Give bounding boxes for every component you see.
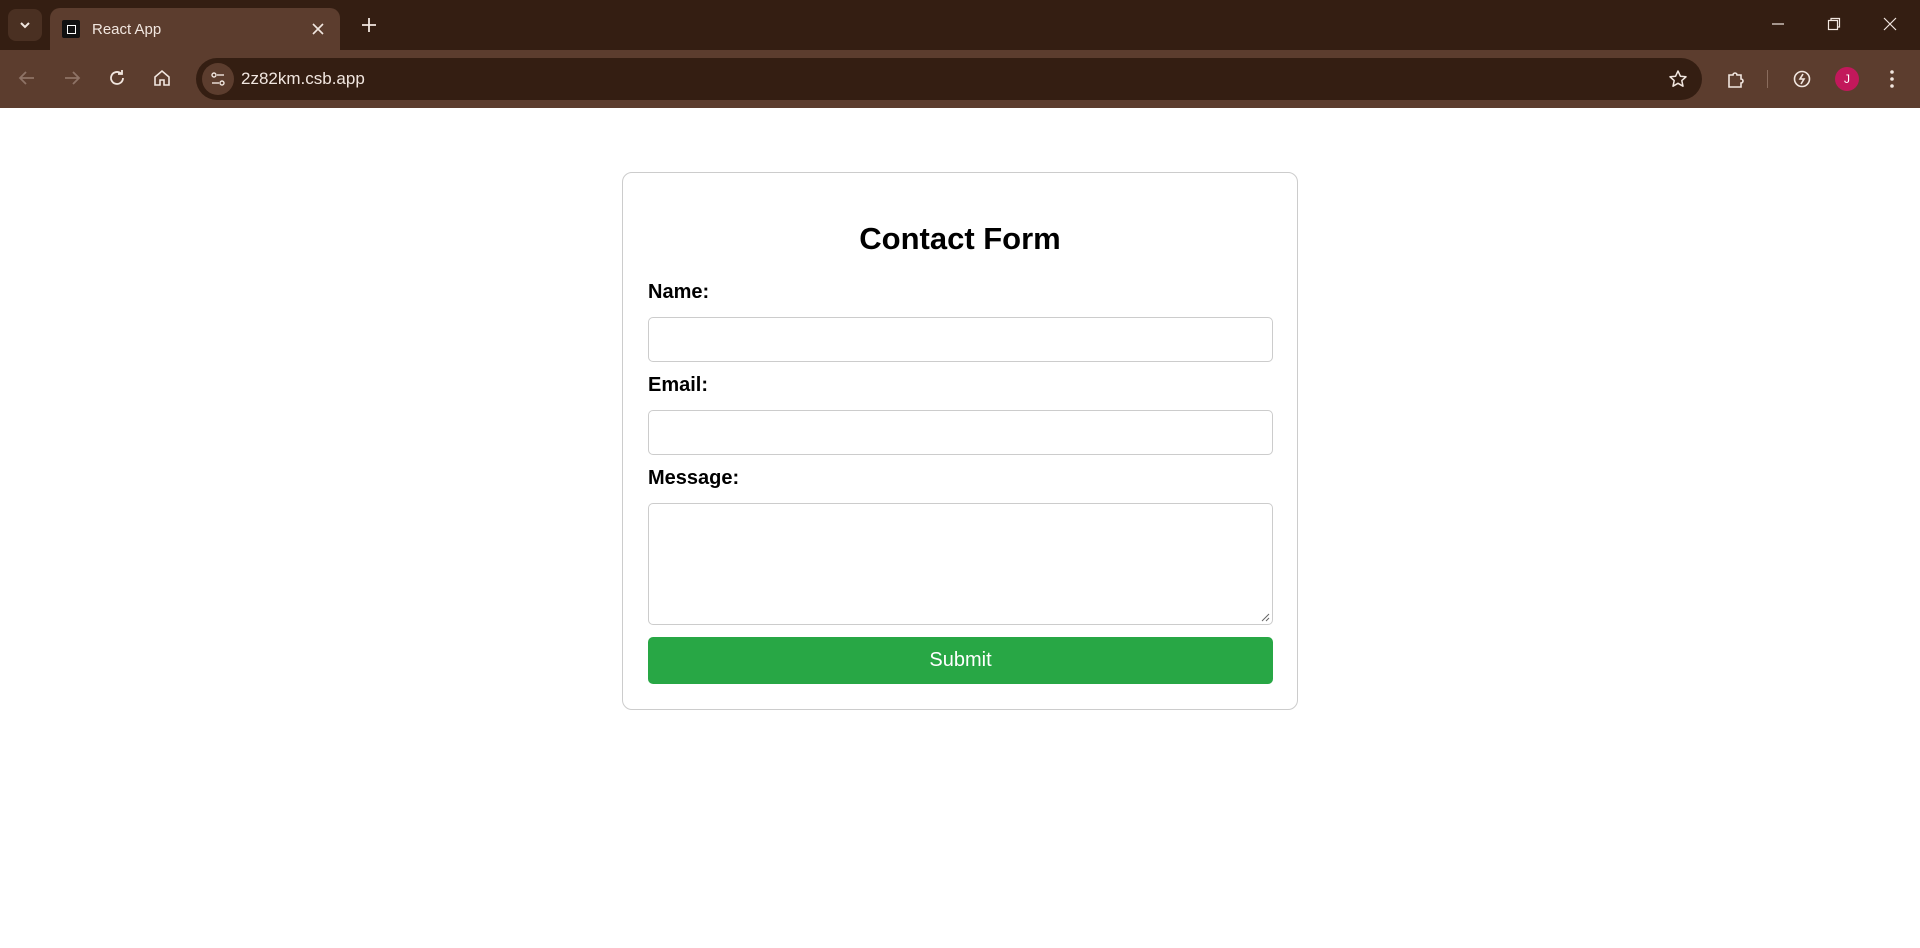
contact-form-card: Contact Form Name: Email: Message: Submi…	[622, 172, 1298, 710]
minimize-icon	[1772, 23, 1784, 25]
form-title: Contact Form	[859, 221, 1061, 256]
tab-active[interactable]: React App	[50, 8, 340, 50]
avatar: J	[1835, 67, 1859, 91]
menu-button[interactable]	[1874, 61, 1910, 97]
back-button[interactable]	[10, 61, 44, 95]
performance-button[interactable]	[1784, 61, 1820, 97]
message-textarea[interactable]	[648, 503, 1273, 625]
email-label: Email:	[648, 374, 709, 396]
arrow-left-icon	[18, 71, 34, 85]
forward-button[interactable]	[55, 61, 89, 95]
resize-grip-icon[interactable]	[1260, 612, 1270, 622]
toolbar-divider	[1767, 70, 1768, 88]
tab-search-button[interactable]	[8, 9, 42, 41]
extensions-button[interactable]	[1718, 61, 1754, 97]
name-input[interactable]	[648, 317, 1273, 362]
plus-icon	[362, 18, 376, 32]
minimize-button[interactable]	[1750, 0, 1806, 48]
arrow-right-icon	[65, 71, 81, 85]
favicon-icon	[62, 20, 80, 38]
speed-icon	[1793, 70, 1811, 88]
bookmark-button[interactable]	[1666, 67, 1690, 91]
new-tab-button[interactable]	[354, 10, 384, 40]
restore-icon	[1827, 17, 1841, 31]
profile-button[interactable]: J	[1829, 61, 1865, 97]
submit-button[interactable]: Submit	[648, 637, 1273, 684]
tab-close-button[interactable]	[308, 19, 328, 39]
close-window-button[interactable]	[1862, 0, 1918, 48]
reload-button[interactable]	[100, 61, 134, 95]
site-info-button[interactable]	[202, 63, 234, 95]
home-button[interactable]	[145, 61, 179, 95]
reload-icon	[110, 70, 124, 85]
star-icon	[1669, 70, 1687, 87]
restore-button[interactable]	[1806, 0, 1862, 48]
tune-icon	[211, 72, 225, 86]
email-input[interactable]	[648, 410, 1273, 455]
name-label: Name:	[648, 281, 710, 303]
message-label: Message:	[648, 467, 740, 489]
browser-toolbar: 2z82km.csb.app J	[0, 50, 1920, 108]
address-bar[interactable]: 2z82km.csb.app	[196, 58, 1702, 100]
close-icon	[1883, 17, 1897, 31]
home-icon	[154, 69, 170, 86]
url-text: 2z82km.csb.app	[241, 69, 365, 88]
close-icon	[312, 23, 324, 35]
chevron-down-icon	[20, 22, 30, 29]
browser-titlebar: React App	[0, 0, 1920, 50]
more-vert-icon	[1890, 70, 1894, 88]
puzzle-icon	[1728, 72, 1744, 88]
tab-title: React App	[92, 20, 162, 38]
